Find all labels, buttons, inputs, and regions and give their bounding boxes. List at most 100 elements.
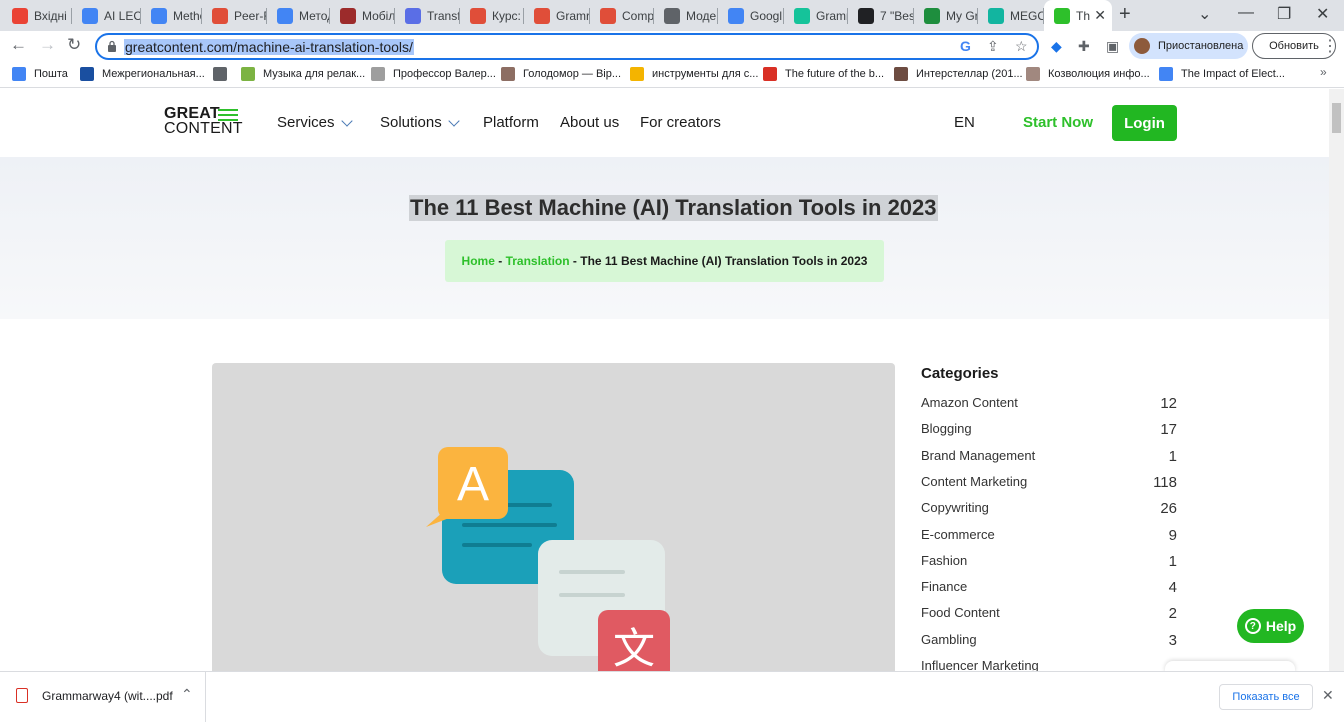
gf-icon — [924, 8, 940, 24]
bookmark-item[interactable]: Интерстеллар (201... — [894, 67, 1023, 81]
login-button[interactable]: Login — [1112, 105, 1177, 141]
browser-tab[interactable]: MEGO — [978, 4, 1044, 28]
bookmark-icon — [371, 67, 385, 81]
browser-tab[interactable]: Comp — [590, 4, 654, 28]
bookmark-label: The future of the b... — [785, 68, 885, 80]
nav-services-label: Services — [277, 114, 335, 131]
browser-tab[interactable]: Googl — [718, 4, 784, 28]
nav-services[interactable]: Services — [277, 114, 353, 131]
help-button[interactable]: ? Help — [1237, 609, 1304, 643]
help-label: Help — [1265, 618, 1297, 634]
category-name: E-commerce — [921, 526, 995, 542]
language-switcher[interactable]: EN — [954, 114, 975, 131]
browser-tab[interactable]: Th ✕ — [1044, 0, 1112, 31]
gmail-icon — [12, 8, 28, 24]
bookmark-item[interactable]: инструменты для с... — [630, 67, 758, 81]
back-icon[interactable]: ← — [10, 35, 27, 55]
bookmark-label: Интерстеллар (201... — [916, 68, 1023, 80]
browser-tab[interactable]: Metho — [141, 4, 202, 28]
bookmark-item[interactable]: Пошта — [12, 67, 68, 81]
divider — [205, 672, 206, 722]
bookmark-label: The Impact of Elect... — [1181, 68, 1285, 80]
browser-tab[interactable]: Peer-R — [202, 4, 267, 28]
new-tab-button[interactable]: + — [1119, 3, 1131, 26]
breadcrumb-home[interactable]: Home — [462, 254, 495, 268]
category-item[interactable]: Food Content 2 — [921, 605, 1177, 622]
google-lens-icon[interactable]: G — [960, 38, 971, 54]
reload-icon[interactable]: ↻ — [67, 35, 81, 55]
download-filename: Grammarway4 (wit....pdf — [42, 688, 173, 703]
browser-tab[interactable]: Gramr — [524, 4, 590, 28]
menu-kebab-icon[interactable]: ⋮ — [1322, 36, 1338, 56]
bookmark-item[interactable]: Музыка для релак... — [241, 67, 365, 81]
category-name: Content Marketing — [921, 473, 1028, 489]
nav-creators[interactable]: For creators — [640, 114, 721, 131]
close-window-icon[interactable]: ✕ — [1316, 4, 1329, 24]
browser-tab[interactable]: Мобіл — [330, 4, 395, 28]
bookmark-item[interactable]: Голодомор — Віp... — [501, 67, 621, 81]
category-count: 2 — [1168, 605, 1177, 623]
forward-icon[interactable]: → — [39, 35, 56, 55]
browser-tab[interactable]: Метод — [267, 4, 330, 28]
uzh-icon — [212, 8, 228, 24]
category-item[interactable]: Content Marketing 118 — [921, 474, 1177, 491]
uzh-icon — [470, 8, 486, 24]
bookmark-icon — [630, 67, 644, 81]
tab-label: Metho — [173, 9, 202, 23]
category-item[interactable]: Amazon Content 12 — [921, 395, 1177, 412]
category-item[interactable]: Brand Management 1 — [921, 448, 1177, 465]
minimize-icon[interactable]: — — [1238, 4, 1254, 22]
category-item[interactable]: Blogging 17 — [921, 421, 1177, 438]
bookmark-item[interactable]: The future of the b... — [763, 67, 884, 81]
bookmark-item[interactable]: Професcор Валер... — [371, 67, 496, 81]
bookmark-item[interactable] — [213, 67, 235, 81]
openai-icon — [664, 8, 680, 24]
breadcrumb-translation[interactable]: Translation — [506, 254, 570, 268]
nav-about[interactable]: About us — [560, 114, 619, 131]
site-logo[interactable]: GREAT CONTENT — [164, 106, 243, 137]
bookmark-item[interactable]: Межрегиональная... — [80, 67, 205, 81]
chevron-up-icon[interactable]: ⌃ — [181, 686, 193, 703]
category-item[interactable]: Copywriting 26 — [921, 500, 1177, 517]
scrollbar-thumb[interactable] — [1332, 103, 1341, 133]
address-bar[interactable]: greatcontent.com/machine-ai-translation-… — [95, 33, 1039, 60]
hero-section: The 11 Best Machine (AI) Translation Too… — [0, 157, 1329, 319]
category-item[interactable]: Gambling 3 — [921, 632, 1177, 649]
show-all-downloads-button[interactable]: Показать все — [1219, 684, 1313, 710]
close-downloads-icon[interactable]: ✕ — [1322, 687, 1334, 704]
share-icon[interactable]: ⇪ — [987, 38, 999, 55]
bubble-line — [462, 523, 557, 527]
nav-platform[interactable]: Platform — [483, 114, 539, 131]
page-scrollbar[interactable] — [1329, 89, 1344, 671]
chat-widget-peek[interactable] — [1165, 661, 1295, 671]
browser-tab[interactable]: Вхідні — [2, 4, 72, 28]
restore-icon[interactable]: ❐ — [1277, 4, 1291, 24]
browser-tab[interactable]: AI LEC — [72, 4, 141, 28]
browser-tab[interactable]: Transf — [395, 4, 460, 28]
profile-button[interactable]: Приостановлена — [1129, 33, 1248, 59]
category-item[interactable]: Influencer Marketing — [921, 658, 1177, 671]
bookmark-item[interactable]: Козволюция инфо... — [1026, 67, 1150, 81]
close-tab-icon[interactable]: ✕ — [1094, 7, 1106, 24]
side-panel-icon[interactable]: ▣ — [1106, 38, 1119, 55]
browser-tab[interactable]: Курс: — [460, 4, 524, 28]
category-item[interactable]: Fashion 1 — [921, 553, 1177, 570]
start-now-link[interactable]: Start Now — [1023, 114, 1093, 131]
browser-tab[interactable]: Gramr — [784, 4, 848, 28]
browser-tab[interactable]: My Gr — [914, 4, 978, 28]
category-item[interactable]: E-commerce 9 — [921, 527, 1177, 544]
tab-search-icon[interactable]: ⌄ — [1198, 4, 1211, 24]
extensions-puzzle-icon[interactable]: ✚ — [1078, 38, 1090, 55]
bookmark-item[interactable]: The Impact of Elect... — [1159, 67, 1285, 81]
tab-label: 7 "Bes — [880, 9, 914, 23]
url-text[interactable]: greatcontent.com/machine-ai-translation-… — [124, 39, 414, 55]
bookmark-star-icon[interactable]: ☆ — [1015, 38, 1028, 55]
nav-solutions[interactable]: Solutions — [380, 114, 460, 131]
extension-icon[interactable]: ◆ — [1051, 38, 1062, 55]
pdf-file-icon — [16, 688, 28, 703]
download-item[interactable]: Grammarway4 (wit....pdf — [16, 688, 173, 703]
browser-tab[interactable]: Моде — [654, 4, 718, 28]
browser-tab[interactable]: 7 "Bes — [848, 4, 914, 28]
category-item[interactable]: Finance 4 — [921, 579, 1177, 596]
bookmarks-overflow-icon[interactable]: » — [1320, 65, 1327, 79]
